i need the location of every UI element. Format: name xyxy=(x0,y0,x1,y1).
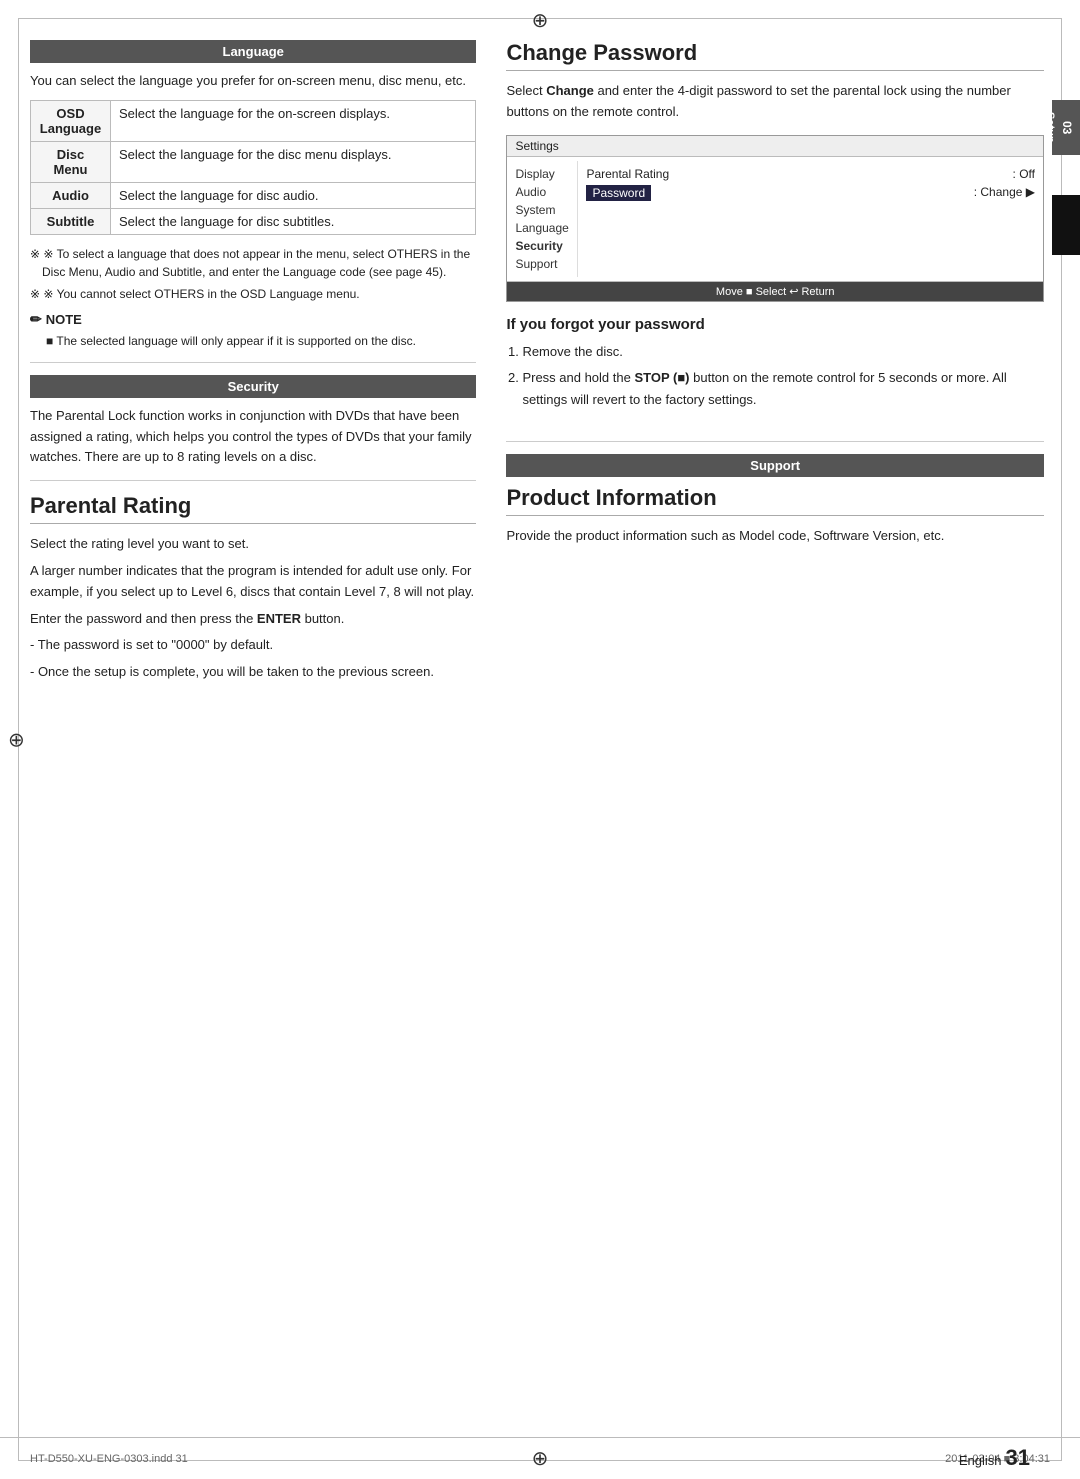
password-value: : Change ▶ xyxy=(974,185,1035,201)
menu-item-display: Display xyxy=(515,165,569,183)
bottom-bar: HT-D550-XU-ENG-0303.indd 31 2011-03-04 ■… xyxy=(0,1437,1080,1479)
settings-content: Parental Rating : Off Password : Change … xyxy=(577,161,1043,277)
parental-text-4: - The password is set to "0000" by defau… xyxy=(30,635,476,656)
parental-rating-label: Parental Rating xyxy=(586,167,669,181)
settings-box-body: Display Audio System Language Security S… xyxy=(507,157,1043,281)
language-intro: You can select the language you prefer f… xyxy=(30,71,476,92)
divider-2 xyxy=(30,480,476,481)
product-info-desc: Provide the product information such as … xyxy=(506,526,1044,547)
page-digits: 31 xyxy=(1006,1445,1030,1471)
side-tab-black xyxy=(1052,195,1080,255)
subtitle-label: Subtitle xyxy=(31,208,111,234)
right-column: Change Password Select Change and enter … xyxy=(496,30,1044,1429)
main-content: Language You can select the language you… xyxy=(30,30,1044,1429)
left-column: Language You can select the language you… xyxy=(30,30,496,1429)
parental-section: Parental Rating Select the rating level … xyxy=(30,493,476,683)
table-row: Subtitle Select the language for disc su… xyxy=(31,208,476,234)
settings-row-password: Password : Change ▶ xyxy=(586,183,1035,203)
menu-item-security: Security xyxy=(515,237,569,255)
divider-1 xyxy=(30,362,476,363)
table-row: Audio Select the language for disc audio… xyxy=(31,182,476,208)
side-tab-number: 03 xyxy=(1060,121,1074,134)
language-section: Language You can select the language you… xyxy=(30,40,476,350)
password-label: Password xyxy=(586,185,651,201)
note-item: The selected language will only appear i… xyxy=(30,332,476,350)
note-heading: ✏ NOTE xyxy=(30,311,476,328)
change-password-section: Change Password Select Change and enter … xyxy=(506,40,1044,411)
parental-text-1: Select the rating level you want to set. xyxy=(30,534,476,555)
subtitle-desc: Select the language for disc subtitles. xyxy=(111,208,476,234)
disc-menu-desc: Select the language for the disc menu di… xyxy=(111,141,476,182)
product-info-title: Product Information xyxy=(506,485,1044,516)
menu-item-support: Support xyxy=(515,255,569,273)
support-section: Support Product Information Provide the … xyxy=(506,454,1044,547)
language-header: Language xyxy=(30,40,476,63)
footer-left: HT-D550-XU-ENG-0303.indd 31 xyxy=(30,1453,188,1465)
audio-label: Audio xyxy=(31,182,111,208)
note-1: ※ To select a language that does not app… xyxy=(30,245,476,281)
table-row: Disc Menu Select the language for the di… xyxy=(31,141,476,182)
audio-desc: Select the language for disc audio. xyxy=(111,182,476,208)
menu-item-audio: Audio xyxy=(515,183,569,201)
osd-desc: Select the language for the on-screen di… xyxy=(111,100,476,141)
divider-right xyxy=(506,441,1044,442)
security-text: The Parental Lock function works in conj… xyxy=(30,406,476,468)
forgot-step-2: Press and hold the STOP (■) button on th… xyxy=(522,367,1044,411)
forgot-steps-list: Remove the disc. Press and hold the STOP… xyxy=(506,341,1044,411)
forgot-password-section: If you forgot your password Remove the d… xyxy=(506,316,1044,411)
compass-left-icon: ⊕ xyxy=(8,727,25,752)
parental-text-5: - Once the setup is complete, you will b… xyxy=(30,662,476,683)
side-tab: 03 Setup xyxy=(1052,100,1080,155)
forgot-step-1: Remove the disc. xyxy=(522,341,1044,363)
change-password-desc: Select Change and enter the 4-digit pass… xyxy=(506,81,1044,123)
settings-menu: Display Audio System Language Security S… xyxy=(507,161,577,277)
side-tab-text: Setup xyxy=(1044,112,1056,143)
change-password-title: Change Password xyxy=(506,40,1044,71)
note-section: ✏ NOTE The selected language will only a… xyxy=(30,311,476,350)
menu-item-language: Language xyxy=(515,219,569,237)
settings-row-parental: Parental Rating : Off xyxy=(586,165,1035,183)
parental-rating-value: : Off xyxy=(1013,167,1035,181)
language-table: OSD Language Select the language for the… xyxy=(30,100,476,235)
parental-title: Parental Rating xyxy=(30,493,476,524)
settings-footer: Move ■ Select ↩ Return xyxy=(507,281,1043,301)
note-2: ※ You cannot select OTHERS in the OSD La… xyxy=(30,285,476,303)
page-word: English xyxy=(959,1453,1002,1468)
page-number-block: English 31 xyxy=(959,1445,1030,1471)
security-header: Security xyxy=(30,375,476,398)
menu-item-system: System xyxy=(515,201,569,219)
parental-text-2: A larger number indicates that the progr… xyxy=(30,561,476,603)
security-section: Security The Parental Lock function work… xyxy=(30,375,476,468)
support-header: Support xyxy=(506,454,1044,477)
settings-box-header: Settings xyxy=(507,136,1043,157)
osd-label: OSD Language xyxy=(31,100,111,141)
parental-text-3: Enter the password and then press the EN… xyxy=(30,609,476,630)
disc-menu-label: Disc Menu xyxy=(31,141,111,182)
table-row: OSD Language Select the language for the… xyxy=(31,100,476,141)
forgot-heading: If you forgot your password xyxy=(506,316,1044,333)
settings-box: Settings Display Audio System Language S… xyxy=(506,135,1044,302)
